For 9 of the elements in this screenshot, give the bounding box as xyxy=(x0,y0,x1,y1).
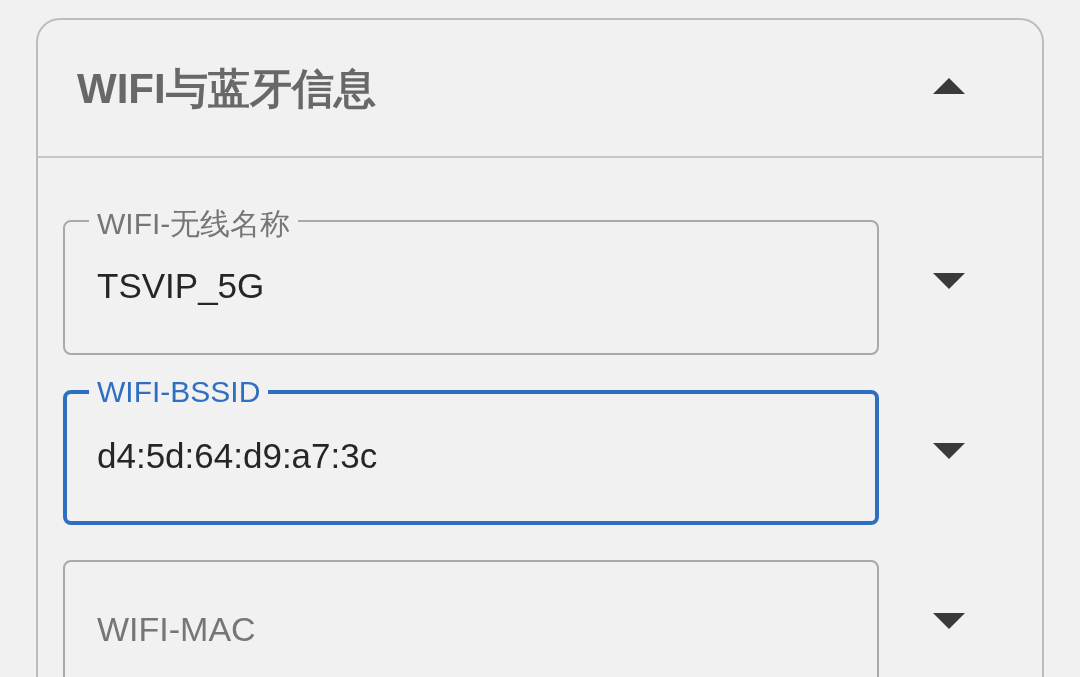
panel-title: WIFI与蓝牙信息 xyxy=(77,64,376,114)
field-value: d4:5d:64:d9:a7:3c xyxy=(97,435,378,476)
field-label: WIFI-MAC xyxy=(97,610,256,649)
dropdown-caret-icon[interactable] xyxy=(933,442,965,459)
caret-up-icon[interactable] xyxy=(933,78,965,94)
field-value: TSVIP_5G xyxy=(97,265,265,306)
dropdown-caret-icon[interactable] xyxy=(933,272,965,289)
dropdown-caret-icon[interactable] xyxy=(933,612,965,629)
text-field[interactable]: WIFI-MAC xyxy=(63,560,879,677)
